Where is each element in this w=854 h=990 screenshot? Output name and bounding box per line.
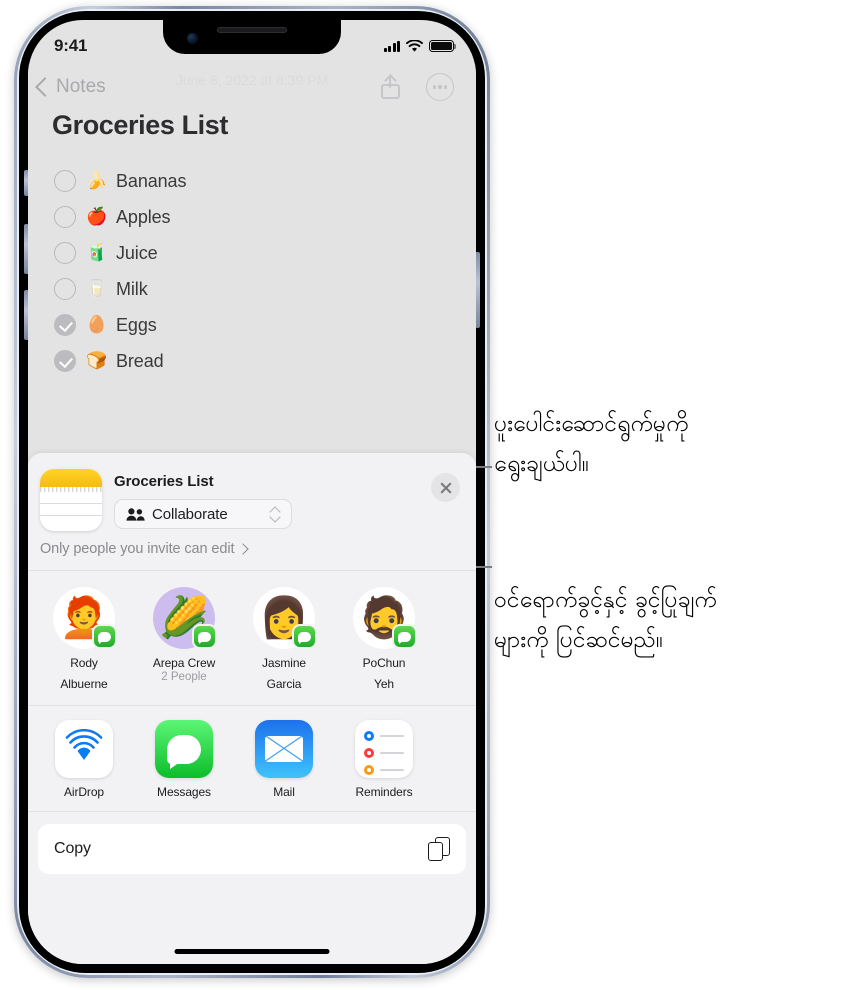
contact-name: Rody — [70, 656, 98, 670]
close-x-icon — [439, 481, 453, 495]
annotation-line-1: ဝင်ရောက်ခွင့်နှင့် ခွင့်ပြုချက် — [494, 587, 717, 613]
collaborate-dropdown[interactable]: Collaborate — [114, 499, 292, 529]
ellipsis-circle-icon[interactable] — [426, 73, 454, 101]
app-label: Reminders — [355, 785, 413, 799]
app-label: AirDrop — [64, 785, 104, 799]
item-label: Juice — [116, 242, 158, 263]
share-icon[interactable] — [381, 74, 400, 99]
wifi-icon — [406, 39, 423, 52]
item-emoji: 🍌 — [86, 171, 108, 190]
item-label: Bananas — [116, 170, 187, 191]
share-target-messages[interactable]: Messages — [134, 720, 234, 799]
copy-label: Copy — [54, 840, 91, 857]
contacts-row: 🧑‍🦰 Rody Albuerne 🌽 Arepa Crew 2 People — [28, 571, 476, 706]
app-label: Messages — [157, 785, 211, 799]
signal-bars-icon — [383, 40, 400, 52]
item-label: Milk — [116, 278, 148, 299]
close-button[interactable] — [431, 473, 460, 502]
airdrop-icon — [55, 720, 113, 778]
item-emoji: 🍞 — [86, 351, 108, 370]
messages-icon — [155, 720, 213, 778]
notes-app-icon — [40, 469, 102, 531]
contact-subtitle: 2 People — [161, 671, 207, 683]
contact-item[interactable]: 🧑‍🦰 Rody Albuerne — [34, 587, 134, 691]
checkbox[interactable] — [54, 278, 76, 300]
checkbox[interactable] — [54, 206, 76, 228]
chevron-left-icon — [35, 77, 55, 97]
phone-screen: 9:41 Notes June 8, 2022 at 8:39 PM Groce… — [28, 20, 476, 964]
contact-name: Arepa Crew — [152, 656, 216, 670]
battery-icon — [429, 40, 457, 52]
collaborate-label: Collaborate — [152, 505, 228, 523]
status-indicators — [383, 39, 457, 53]
actions-list: Copy — [28, 812, 476, 874]
home-indicator[interactable] — [174, 949, 330, 954]
checkbox[interactable] — [54, 170, 76, 192]
nav-actions — [381, 73, 454, 101]
list-item[interactable]: 🥛 Milk — [54, 271, 476, 307]
checkbox-checked[interactable] — [54, 314, 76, 336]
checkbox[interactable] — [54, 242, 76, 264]
list-item[interactable]: 🧃 Juice — [54, 235, 476, 271]
front-camera-icon — [187, 33, 198, 44]
contact-surname: Albuerne — [60, 677, 108, 691]
contact-name: Jasmine — [262, 656, 306, 670]
item-label: Eggs — [116, 314, 157, 335]
contact-item[interactable]: 🧔 PoChun Yeh — [334, 587, 434, 691]
copy-action[interactable]: Copy — [38, 824, 466, 874]
notch — [163, 20, 341, 54]
item-emoji: 🥚 — [86, 315, 108, 334]
share-item-title: Groceries List — [114, 473, 214, 490]
item-emoji: 🥛 — [86, 279, 108, 298]
back-label: Notes — [56, 76, 106, 97]
contact-name: PoChun — [362, 656, 406, 670]
share-sheet-header: Groceries List Collaborate — [28, 453, 476, 531]
contact-item[interactable]: 🌽 Arepa Crew 2 People — [134, 587, 234, 691]
annotation-permissions: ဝင်ရောက်ခွင့်နှင့် ခွင့်ပြုချက် များကို … — [494, 580, 854, 660]
share-sheet: Groceries List Collaborate Only people y… — [28, 453, 476, 964]
phone-device-frame: 9:41 Notes June 8, 2022 at 8:39 PM Groce… — [14, 6, 490, 978]
copy-icon — [428, 837, 450, 861]
share-sheet-meta: Groceries List Collaborate — [114, 469, 462, 529]
list-item[interactable]: 🍌 Bananas — [54, 163, 476, 199]
list-item[interactable]: 🥚 Eggs — [54, 307, 476, 343]
checkbox-checked[interactable] — [54, 350, 76, 372]
up-down-chevron-icon — [271, 507, 280, 522]
item-emoji: 🍎 — [86, 207, 108, 226]
list-item[interactable]: 🍎 Apples — [54, 199, 476, 235]
page-title: Groceries List — [52, 110, 228, 140]
app-label: Mail — [273, 785, 295, 799]
mail-icon — [255, 720, 313, 778]
item-label: Apples — [116, 206, 171, 227]
contact-surname: Yeh — [374, 677, 394, 691]
share-target-airdrop[interactable]: AirDrop — [34, 720, 134, 799]
note-nav-bar: Notes — [28, 64, 476, 110]
messages-badge-icon — [192, 624, 217, 649]
share-target-mail[interactable]: Mail — [234, 720, 334, 799]
checklist: 🍌 Bananas 🍎 Apples 🧃 Juice 🥛 Milk 🥚 Eggs… — [28, 141, 476, 379]
reminders-icon — [355, 720, 413, 778]
messages-badge-icon — [92, 624, 117, 649]
earpiece-speaker-icon — [217, 27, 287, 33]
chevron-right-icon — [237, 542, 250, 555]
messages-badge-icon — [392, 624, 417, 649]
share-target-reminders[interactable]: Reminders — [334, 720, 434, 799]
annotation-line-1: ပူးပေါင်းဆောင်ရွက်မှုကို — [494, 411, 689, 437]
contact-item[interactable]: 👩 Jasmine Garcia — [234, 587, 334, 691]
back-to-notes-button[interactable]: Notes — [35, 76, 106, 98]
item-label: Bread — [116, 350, 164, 371]
contact-surname: Garcia — [266, 677, 302, 691]
apps-row: AirDrop Messages Mail Reminders — [28, 706, 476, 812]
item-emoji: 🧃 — [86, 243, 108, 262]
annotation-collaborate: ပူးပေါင်းဆောင်ရွက်မှုကို ရွေးချယ်ပါ။ — [494, 404, 854, 484]
list-item[interactable]: 🍞 Bread — [54, 343, 476, 379]
permission-row[interactable]: Only people you invite can edit — [28, 531, 476, 571]
permission-label: Only people you invite can edit — [40, 541, 235, 557]
people-icon — [126, 507, 145, 521]
annotation-line-2: များကို ပြင်ဆင်မည်။ — [494, 627, 663, 653]
messages-badge-icon — [292, 624, 317, 649]
annotation-line-2: ရွေးချယ်ပါ။ — [494, 451, 589, 477]
status-time: 9:41 — [54, 36, 88, 55]
